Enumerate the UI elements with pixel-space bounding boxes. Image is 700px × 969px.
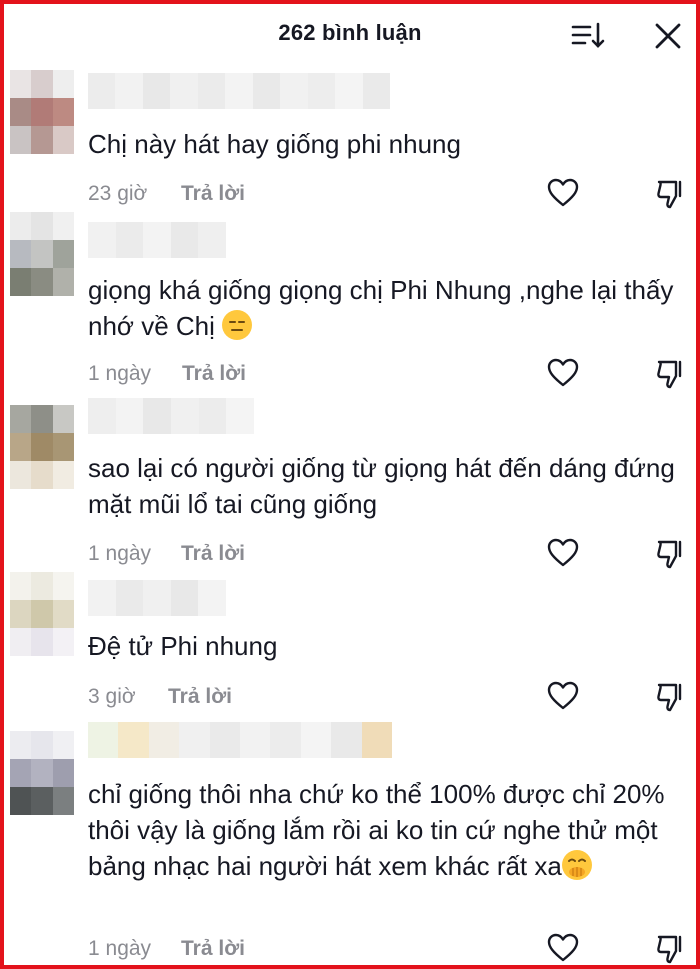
comment-text: giọng khá giống giọng chị Phi Nhung ,ngh… (88, 272, 688, 344)
dislike-icon[interactable] (655, 358, 687, 390)
avatar[interactable] (10, 70, 74, 154)
dislike-icon[interactable] (655, 933, 687, 965)
comment-time: 3 giờ (88, 685, 136, 708)
avatar[interactable] (10, 572, 74, 656)
comment-time: 1 ngày (88, 362, 152, 385)
reply-button[interactable]: Trả lời (181, 182, 245, 206)
heart-icon[interactable] (547, 681, 579, 711)
username-blurred[interactable] (88, 398, 255, 434)
username-blurred[interactable] (88, 580, 226, 616)
comments-header: 262 bình luận (0, 0, 700, 70)
heart-icon[interactable] (547, 358, 579, 388)
comment-text-content: giọng khá giống giọng chị Phi Nhung ,ngh… (88, 275, 674, 341)
comment-time: 1 ngày (88, 937, 152, 960)
heart-icon[interactable] (547, 933, 579, 963)
username-blurred[interactable] (88, 222, 226, 258)
avatar[interactable] (10, 405, 74, 489)
dislike-icon[interactable] (655, 538, 687, 570)
reply-button[interactable]: Trả lời (168, 685, 232, 709)
heart-icon[interactable] (547, 178, 579, 208)
username-blurred[interactable] (88, 73, 390, 109)
comment-text: sao lại có người giống từ giọng hát đến … (88, 453, 675, 519)
username-blurred[interactable] (88, 722, 393, 758)
reply-button[interactable]: Trả lời (181, 937, 245, 961)
dislike-icon[interactable] (655, 681, 687, 713)
expressionless-face-emoji (222, 310, 253, 340)
sort-icon[interactable] (570, 20, 606, 52)
comment-text: Đệ tử Phi nhung (88, 631, 278, 661)
comment-text: Chị này hát hay giống phi nhung (88, 129, 461, 159)
hand-over-mouth-emoji (561, 850, 592, 880)
reply-button[interactable]: Trả lời (181, 542, 245, 566)
comment-time: 23 giờ (88, 182, 148, 205)
reply-button[interactable]: Trả lời (182, 362, 246, 386)
heart-icon[interactable] (547, 538, 579, 568)
comment-time: 1 ngày (88, 542, 152, 565)
avatar[interactable] (10, 212, 74, 296)
comment-text: chỉ giống thôi nha chứ ko thể 100% được … (88, 776, 688, 884)
close-icon[interactable] (652, 20, 684, 52)
avatar[interactable] (10, 731, 74, 815)
dislike-icon[interactable] (655, 178, 687, 210)
